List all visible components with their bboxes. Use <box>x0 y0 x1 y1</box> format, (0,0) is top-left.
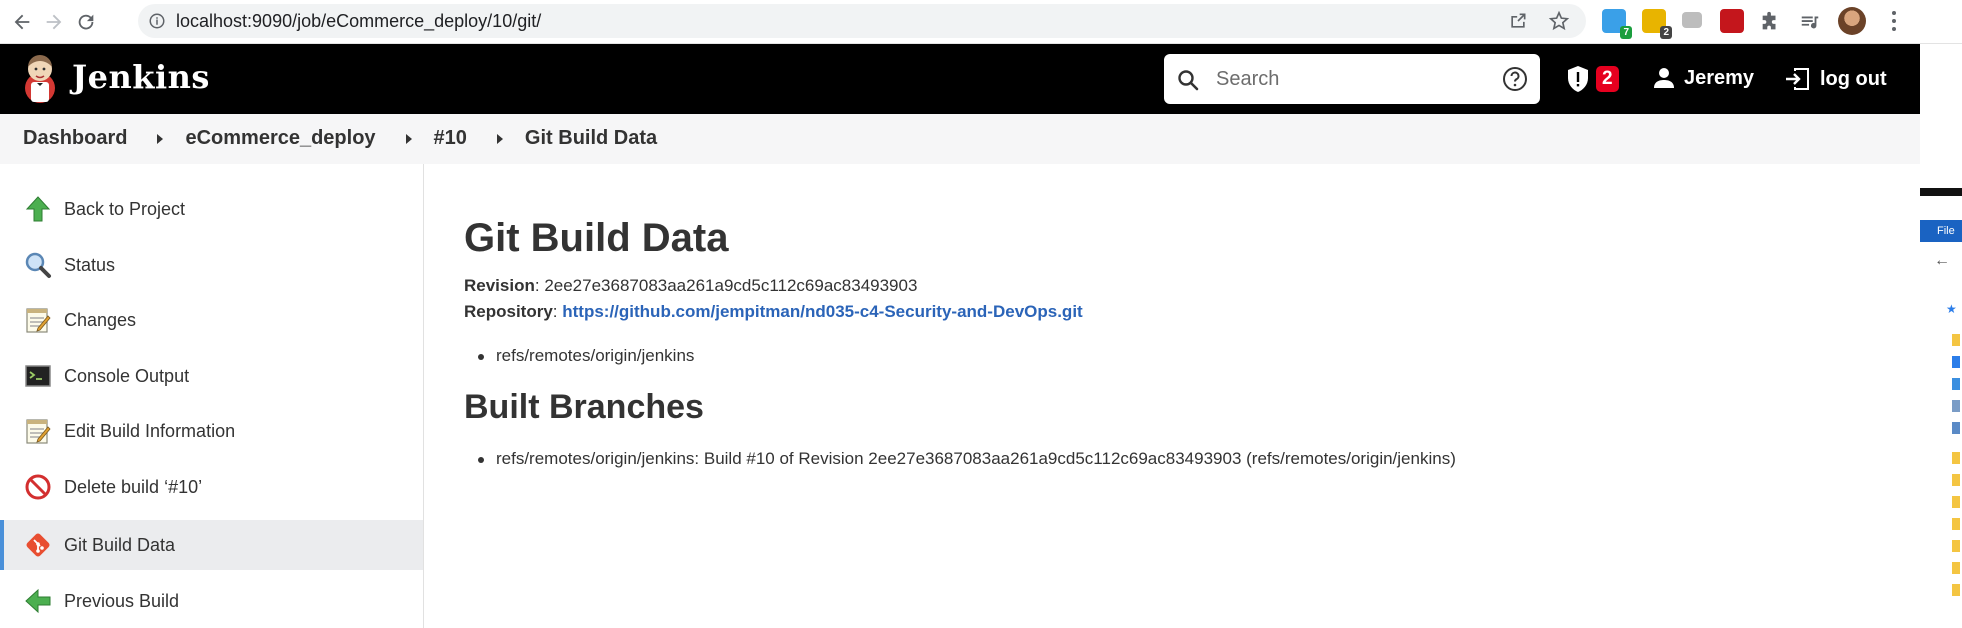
terminal-icon <box>25 365 51 387</box>
no-entry-icon <box>25 474 51 500</box>
security-count-badge: 2 <box>1596 66 1619 92</box>
revision-value: 2ee27e3687083aa261a9cd5c112c69ac83493903 <box>544 276 918 295</box>
breadcrumb-job[interactable]: eCommerce_deploy <box>185 127 375 150</box>
back-arrow-icon[interactable]: ← <box>1934 252 1950 270</box>
sidebar-item-console-output[interactable]: Console Output <box>0 351 423 401</box>
page-title: Git Build Data <box>464 216 729 260</box>
browser-toolbar: localhost:9090/job/eCommerce_deploy/10/g… <box>0 0 1962 44</box>
url-text[interactable]: localhost:9090/job/eCommerce_deploy/10/g… <box>176 11 541 32</box>
info-icon[interactable] <box>148 12 166 30</box>
search-icon <box>1178 70 1199 91</box>
built-branches-heading: Built Branches <box>464 388 704 426</box>
search-input[interactable] <box>1216 64 1476 94</box>
sidebar-item-back-to-project[interactable]: Back to Project <box>0 184 423 234</box>
jenkins-logo-icon[interactable] <box>22 52 58 104</box>
sidebar-item-delete-build[interactable]: Delete build ‘#10’ <box>0 462 423 512</box>
repository-link[interactable]: https://github.com/jempitman/nd035-c4-Se… <box>562 302 1082 321</box>
breadcrumb-current[interactable]: Git Build Data <box>525 127 657 150</box>
list-item: refs/remotes/origin/jenkins <box>477 346 695 365</box>
git-icon <box>26 533 50 557</box>
brand-title[interactable]: Jenkins <box>72 58 210 96</box>
folder-icon[interactable] <box>1952 562 1960 574</box>
pictures-icon[interactable] <box>1952 422 1960 434</box>
breadcrumb-separator-icon[interactable] <box>405 133 412 144</box>
user-menu[interactable]: Jeremy <box>1652 66 1754 90</box>
desktop-icon[interactable] <box>1952 356 1960 368</box>
back-icon[interactable] <box>8 8 36 36</box>
bookmark-star-icon[interactable] <box>1548 10 1570 32</box>
sidebar: Back to Project Status Changes Console O… <box>0 164 424 628</box>
media-playlist-icon[interactable] <box>1796 8 1824 36</box>
repository-label: Repository <box>464 302 553 321</box>
logout-icon <box>1786 68 1809 90</box>
folder-icon[interactable] <box>1952 540 1960 552</box>
breadcrumb-separator-icon[interactable] <box>157 133 164 144</box>
notepad-icon <box>26 308 51 333</box>
folder-icon[interactable] <box>1952 452 1960 464</box>
logout-link[interactable]: log out <box>1784 66 1887 92</box>
background-window-edge: File ← ★ <box>1920 44 1962 628</box>
left-arrow-icon <box>25 588 51 614</box>
downloads-icon[interactable] <box>1952 378 1960 390</box>
sidebar-item-edit-build-information[interactable]: Edit Build Information <box>0 406 423 456</box>
browser-menu-icon[interactable] <box>1884 9 1904 33</box>
repository-row: Repository: https://github.com/jempitman… <box>464 302 1083 321</box>
toolbar-extension-icon[interactable]: 2 <box>1642 9 1672 39</box>
folder-icon[interactable] <box>1952 474 1960 486</box>
share-icon[interactable] <box>1508 11 1528 31</box>
acrobat-extension-icon[interactable] <box>1720 9 1744 33</box>
file-menu-tab[interactable]: File <box>1920 220 1962 242</box>
profile-avatar[interactable] <box>1838 7 1866 35</box>
address-bar[interactable]: localhost:9090/job/eCommerce_deploy/10/g… <box>138 4 1586 38</box>
jenkins-header: Jenkins 2 Jeremy log out <box>0 44 1920 114</box>
sidebar-item-changes[interactable]: Changes <box>0 295 423 345</box>
magnifier-icon <box>25 252 51 278</box>
folder-icon[interactable] <box>1952 518 1960 530</box>
documents-icon[interactable] <box>1952 400 1960 412</box>
revision-label: Revision <box>464 276 535 295</box>
breadcrumb-separator-icon[interactable] <box>496 133 503 144</box>
security-alerts[interactable]: 2 <box>1566 64 1619 94</box>
reload-icon[interactable] <box>72 8 100 36</box>
chat-extension-icon[interactable] <box>1682 12 1702 28</box>
sidebar-item-previous-build[interactable]: Previous Build <box>0 576 423 626</box>
shield-icon <box>1568 66 1588 92</box>
sidebar-item-git-build-data[interactable]: Git Build Data <box>0 520 423 570</box>
list-item: refs/remotes/origin/jenkins: Build #10 o… <box>478 449 1456 468</box>
window-titlebar <box>1920 188 1962 196</box>
up-arrow-icon <box>25 196 51 222</box>
search-box <box>1164 54 1540 104</box>
breadcrumb: Dashboard eCommerce_deploy #10 Git Build… <box>0 114 1920 164</box>
logout-label: log out <box>1820 67 1887 90</box>
sidebar-item-status[interactable]: Status <box>0 240 423 290</box>
folder-icon[interactable] <box>1952 496 1960 508</box>
folder-icon[interactable] <box>1952 584 1960 596</box>
grammarly-extension-icon[interactable]: 7 <box>1602 9 1632 39</box>
breadcrumb-build[interactable]: #10 <box>434 127 467 150</box>
user-icon <box>1654 68 1674 88</box>
notepad-icon <box>26 419 51 444</box>
quick-access-star-icon[interactable]: ★ <box>1946 302 1957 316</box>
help-icon[interactable] <box>1502 66 1528 92</box>
revision-row: Revision: 2ee27e3687083aa261a9cd5c112c69… <box>464 276 918 295</box>
folder-icon[interactable] <box>1952 334 1960 346</box>
breadcrumb-dashboard[interactable]: Dashboard <box>23 127 127 150</box>
extensions-puzzle-icon[interactable] <box>1756 8 1784 36</box>
forward-icon[interactable] <box>40 8 68 36</box>
user-name: Jeremy <box>1684 66 1755 89</box>
